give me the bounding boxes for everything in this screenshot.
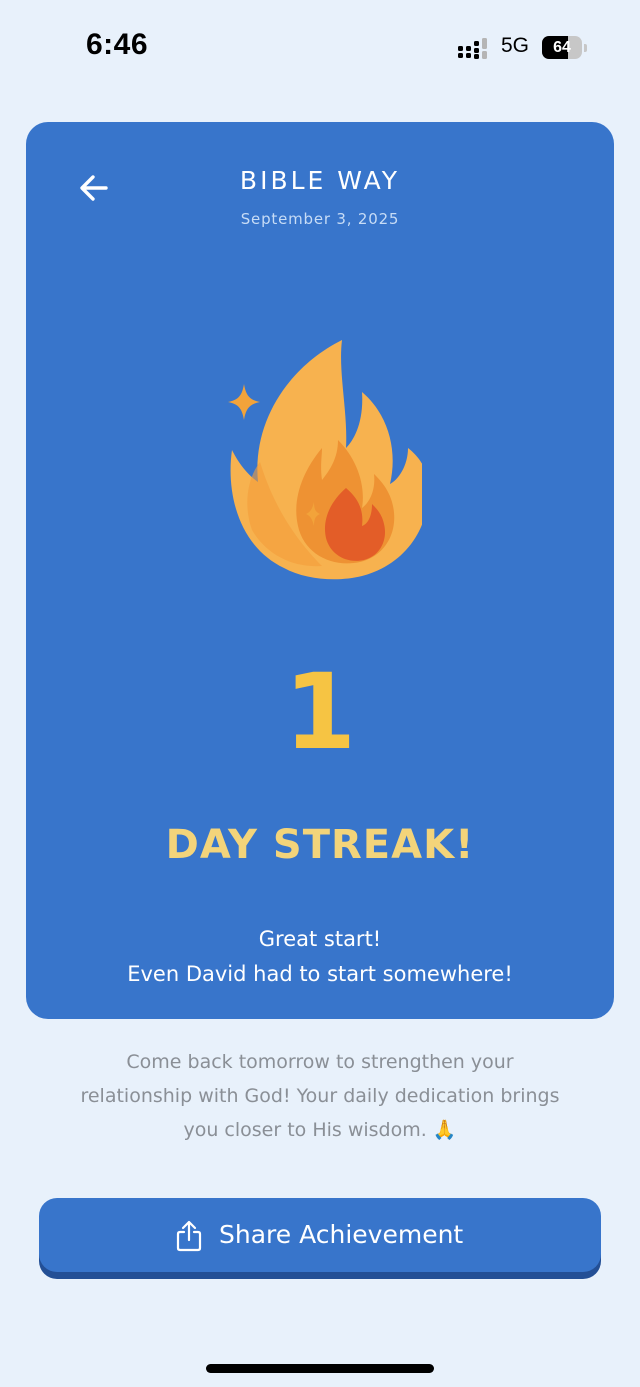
flame-icon [228,340,422,580]
streak-card: BIBLE WAY September 3, 2025 1 DAY STREAK… [26,122,614,1019]
streak-count: 1 [283,651,357,773]
cellular-signal-icon [458,38,487,59]
encouragement-line: Even David had to start somewhere! [127,962,513,986]
encouragement-message: Great start! Even David had to start som… [26,922,614,992]
network-type: 5G [501,34,530,57]
battery-icon: 64 [542,36,588,59]
info-line: relationship with God! Your daily dedica… [80,1085,560,1107]
status-time: 6:46 [86,28,149,61]
share-icon [176,1220,202,1252]
share-button-label: Share Achievement [219,1220,464,1249]
battery-body: 64 [542,36,582,59]
share-achievement-button[interactable]: Share Achievement [39,1198,601,1272]
home-indicator[interactable] [206,1364,434,1373]
streak-label: DAY STREAK! [165,822,475,868]
info-line: you closer to His wisdom. 🙏 [183,1119,457,1141]
battery-cap [584,44,587,52]
encouragement-line: Great start! [258,927,382,951]
info-text: Come back tomorrow to strengthen your re… [40,1045,600,1147]
info-line: Come back tomorrow to strengthen your [126,1051,514,1073]
battery-percent: 64 [553,39,571,56]
app-title: BIBLE WAY [239,166,401,195]
status-bar: 6:46 5G 64 [0,0,640,96]
streak-date: September 3, 2025 [240,210,400,228]
